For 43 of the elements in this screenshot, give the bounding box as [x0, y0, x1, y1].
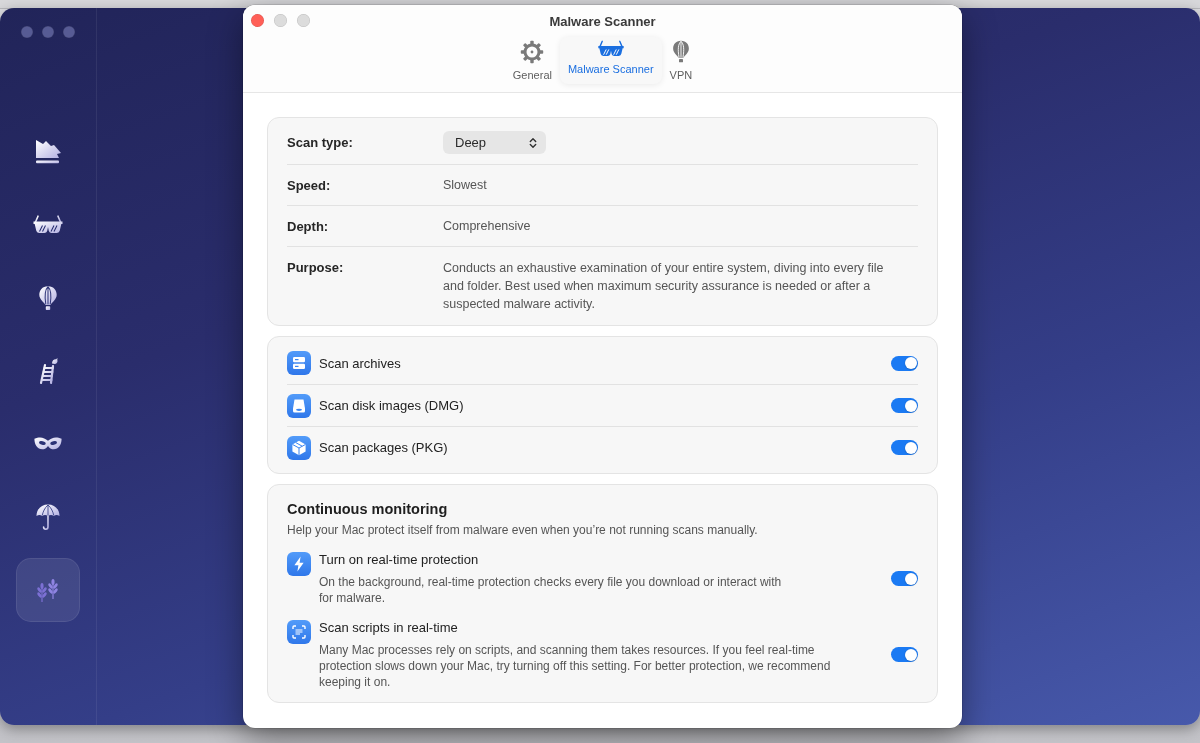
balloon-icon	[670, 40, 691, 64]
field-value: Conducts an exhaustive examination of your entire system, diving into every file and folder. Best used when maximum security assurance is needed or after a suspected malware activity.	[443, 260, 885, 313]
field-value: Slowest	[443, 177, 488, 194]
balloon-icon	[37, 284, 59, 312]
drawers-icon	[287, 351, 311, 375]
bolt-icon	[287, 552, 311, 576]
cube-icon	[287, 435, 311, 460]
field-value: Comprehensive	[443, 218, 532, 235]
toggle-switch[interactable]	[891, 440, 918, 455]
toggle-switch[interactable]	[891, 571, 918, 586]
toolbar-tab[interactable]: Malware Scanner	[559, 37, 662, 84]
option-label: Scan archives	[319, 355, 402, 371]
option-label: Scan packages (PKG)	[319, 440, 449, 455]
sails-icon	[33, 139, 63, 165]
umbrella-icon	[35, 502, 61, 532]
field-label: Scan type:	[287, 134, 354, 151]
scan-type-select[interactable]: Deep	[443, 131, 546, 154]
sunglasses-icon	[32, 215, 64, 235]
toolbar-tab[interactable]: General	[504, 37, 560, 84]
setting-description: On the background, real-time protection checks every file you download or interact with for malware.	[319, 574, 783, 606]
chevron-up-down-icon	[529, 136, 537, 149]
section-title: Continuous monitoring	[287, 500, 449, 519]
minimize-button[interactable]	[42, 26, 54, 38]
close-button[interactable]	[251, 13, 264, 27]
setting-description: Many Mac processes rely on scripts, and scanning them takes resources. If you feel real-time protection slows down your Mac, try turning off this setting. For better protection, we recommend keeping it on.	[319, 642, 832, 690]
setting-title: Scan scripts in real-time	[319, 619, 459, 637]
settings-icon	[520, 40, 545, 64]
setting-title: Turn on real-time protection	[319, 551, 480, 569]
toggle-switch[interactable]	[891, 398, 918, 413]
drive-icon	[287, 393, 311, 418]
toolbar-tab[interactable]: VPN	[661, 37, 701, 84]
zoom-button[interactable]	[63, 26, 75, 38]
field-label: Speed:	[287, 177, 332, 194]
field-label: Purpose:	[287, 259, 345, 276]
window-title: Malware Scanner	[549, 14, 656, 30]
field-label: Depth:	[287, 218, 330, 235]
scan-frame-icon	[287, 620, 311, 644]
section-description: Help your Mac protect itself from malware even when you’re not running scans manually.	[287, 522, 759, 538]
close-button[interactable]	[21, 26, 33, 38]
toggle-switch[interactable]	[891, 355, 918, 371]
toggle-switch[interactable]	[891, 647, 918, 662]
option-label: Scan disk images (DMG)	[319, 398, 465, 413]
sunglasses-icon	[596, 40, 625, 58]
